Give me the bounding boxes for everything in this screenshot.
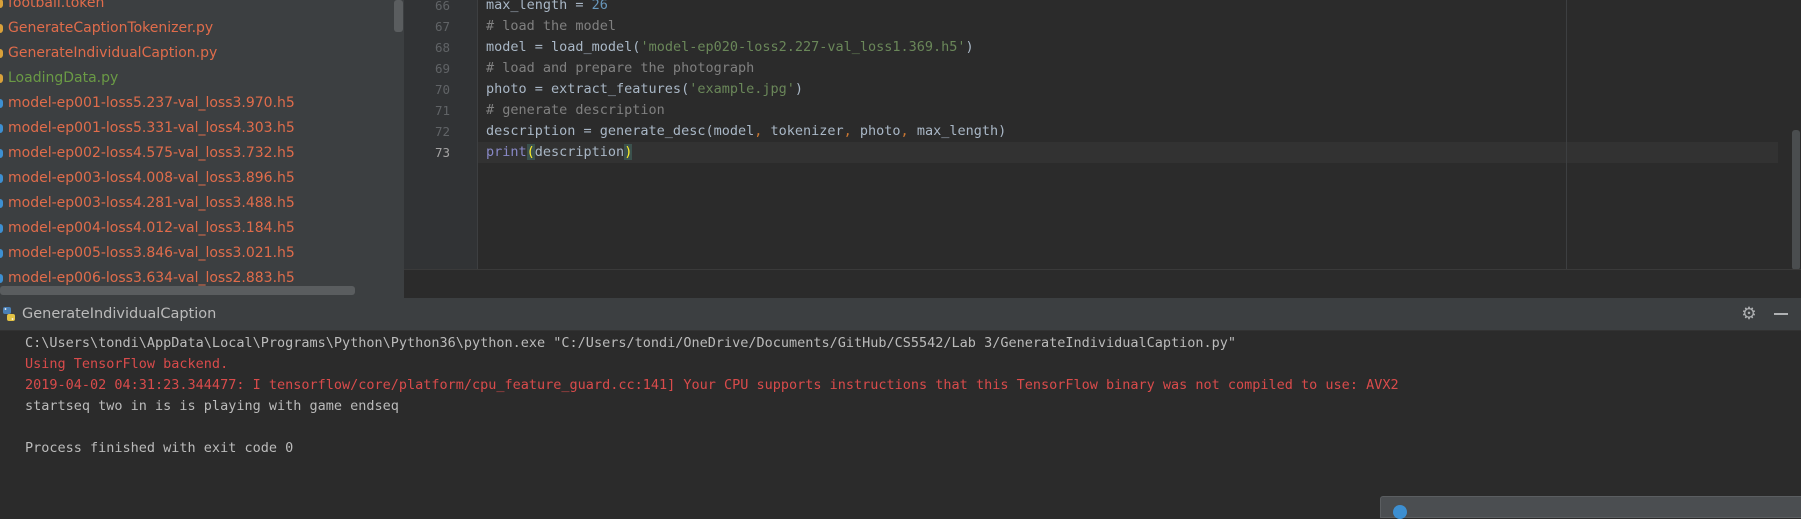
notification-balloon[interactable] bbox=[1380, 496, 1801, 519]
h5-file-icon bbox=[0, 124, 3, 133]
code-token: # load and prepare the photograph bbox=[486, 60, 755, 76]
project-tree-panel: football.token GenerateCaptionTokenizer.p… bbox=[0, 0, 404, 298]
code-token: description bbox=[534, 144, 625, 160]
code-line[interactable]: model = load_model('model-ep020-loss2.22… bbox=[486, 37, 974, 58]
console-line: Process finished with exit code 0 bbox=[25, 440, 294, 456]
python-icon bbox=[3, 307, 15, 321]
minimize-icon[interactable] bbox=[1774, 313, 1788, 315]
tree-item-label: model-ep004-loss4.012-val_loss3.184.h5 bbox=[8, 220, 295, 236]
tree-item-label: model-ep003-loss4.281-val_loss3.488.h5 bbox=[8, 195, 295, 211]
run-tab-label[interactable]: GenerateIndividualCaption bbox=[22, 298, 216, 330]
code-line[interactable]: # load and prepare the photograph bbox=[486, 58, 754, 79]
code-token: ) bbox=[965, 39, 974, 55]
python-file-icon bbox=[0, 24, 3, 33]
tree-item-label: model-ep002-loss4.575-val_loss3.732.h5 bbox=[8, 145, 295, 161]
project-tree-vertical-scrollbar[interactable] bbox=[394, 0, 403, 32]
tree-item-label: LoadingData.py bbox=[8, 70, 119, 86]
code-token: ) bbox=[624, 144, 633, 160]
line-number: 68 bbox=[434, 40, 450, 55]
console-line: Using TensorFlow backend. bbox=[25, 356, 229, 372]
tree-item-label: GenerateIndividualCaption.py bbox=[8, 45, 218, 61]
right-margin-guide bbox=[1566, 0, 1567, 270]
code-line[interactable]: description = generate_desc(model, token… bbox=[486, 121, 1006, 142]
code-token: tokenizer bbox=[770, 123, 844, 139]
code-line[interactable]: # generate description bbox=[486, 100, 665, 121]
line-number: 67 bbox=[434, 19, 450, 34]
project-tree-horizontal-scrollbar[interactable] bbox=[0, 286, 355, 295]
tree-item-label: model-ep003-loss4.008-val_loss3.896.h5 bbox=[8, 170, 295, 186]
line-number: 70 bbox=[434, 82, 450, 97]
info-icon bbox=[1393, 505, 1407, 519]
python-file-icon bbox=[0, 0, 3, 8]
line-number-gutter: 66 67 68 69 70 71 72 73 bbox=[404, 0, 478, 270]
editor-status-gap bbox=[404, 270, 1801, 298]
code-line[interactable]: max_length = 26 bbox=[486, 0, 608, 16]
tree-item-label: football.token bbox=[8, 0, 105, 11]
line-number: 66 bbox=[434, 0, 450, 13]
h5-file-icon bbox=[0, 199, 3, 208]
code-token: , bbox=[843, 123, 860, 139]
h5-file-icon bbox=[0, 274, 3, 283]
h5-file-icon bbox=[0, 149, 3, 158]
current-line-highlight bbox=[478, 142, 1778, 163]
python-file-icon bbox=[0, 74, 3, 83]
code-token: ( bbox=[526, 144, 535, 160]
gear-icon[interactable]: ⚙ bbox=[1740, 305, 1758, 323]
tree-item-label: model-ep001-loss5.237-val_loss3.970.h5 bbox=[8, 95, 295, 111]
h5-file-icon bbox=[0, 249, 3, 258]
console-line: 2019-04-02 04:31:23.344477: I tensorflow… bbox=[25, 377, 1399, 393]
code-token: photo bbox=[859, 123, 901, 139]
code-token: # generate description bbox=[486, 102, 665, 118]
code-token: 'model-ep020-loss2.227-val_loss1.369.h5' bbox=[640, 39, 966, 55]
tree-item-label: model-ep001-loss5.331-val_loss4.303.h5 bbox=[8, 120, 295, 136]
code-token: max_length = bbox=[486, 0, 592, 13]
console-line: C:\Users\tondi\AppData\Local\Programs\Py… bbox=[25, 335, 1237, 351]
code-token: photo = extract_features( bbox=[486, 81, 690, 97]
tree-item-label: GenerateCaptionTokenizer.py bbox=[8, 20, 214, 36]
run-console-output[interactable]: C:\Users\tondi\AppData\Local\Programs\Py… bbox=[0, 331, 1801, 511]
code-editor[interactable]: 66 67 68 69 70 71 72 73 max_length = 26 # load t… bbox=[404, 0, 1801, 270]
code-line[interactable]: print(description) bbox=[486, 142, 633, 163]
code-token: description = generate_desc(model bbox=[486, 123, 755, 139]
console-line: startseq two in is is playing with game … bbox=[25, 398, 399, 414]
code-token: # load the model bbox=[486, 18, 617, 34]
code-token: ) bbox=[794, 81, 804, 97]
code-token: , bbox=[754, 123, 771, 139]
code-line[interactable]: # load the model bbox=[486, 16, 616, 37]
code-token: 26 bbox=[591, 0, 608, 13]
code-token: model = load_model( bbox=[486, 39, 641, 55]
code-line[interactable]: photo = extract_features('example.jpg') bbox=[486, 79, 803, 100]
line-number: 69 bbox=[434, 61, 450, 76]
run-tool-window-header: GenerateIndividualCaption ⚙ bbox=[0, 298, 1801, 331]
code-token: print bbox=[486, 144, 527, 160]
code-token: max_length) bbox=[916, 123, 1007, 139]
code-token: 'example.jpg' bbox=[689, 81, 795, 97]
line-number: 73 bbox=[434, 145, 450, 160]
line-number: 71 bbox=[434, 103, 450, 118]
editor-vertical-scrollbar[interactable] bbox=[1792, 130, 1800, 270]
code-token: , bbox=[900, 123, 917, 139]
h5-file-icon bbox=[0, 224, 3, 233]
line-number: 72 bbox=[434, 124, 450, 139]
h5-file-icon bbox=[0, 174, 3, 183]
h5-file-icon bbox=[0, 99, 3, 108]
python-file-icon bbox=[0, 49, 3, 58]
tree-item-label: model-ep005-loss3.846-val_loss3.021.h5 bbox=[8, 245, 295, 261]
